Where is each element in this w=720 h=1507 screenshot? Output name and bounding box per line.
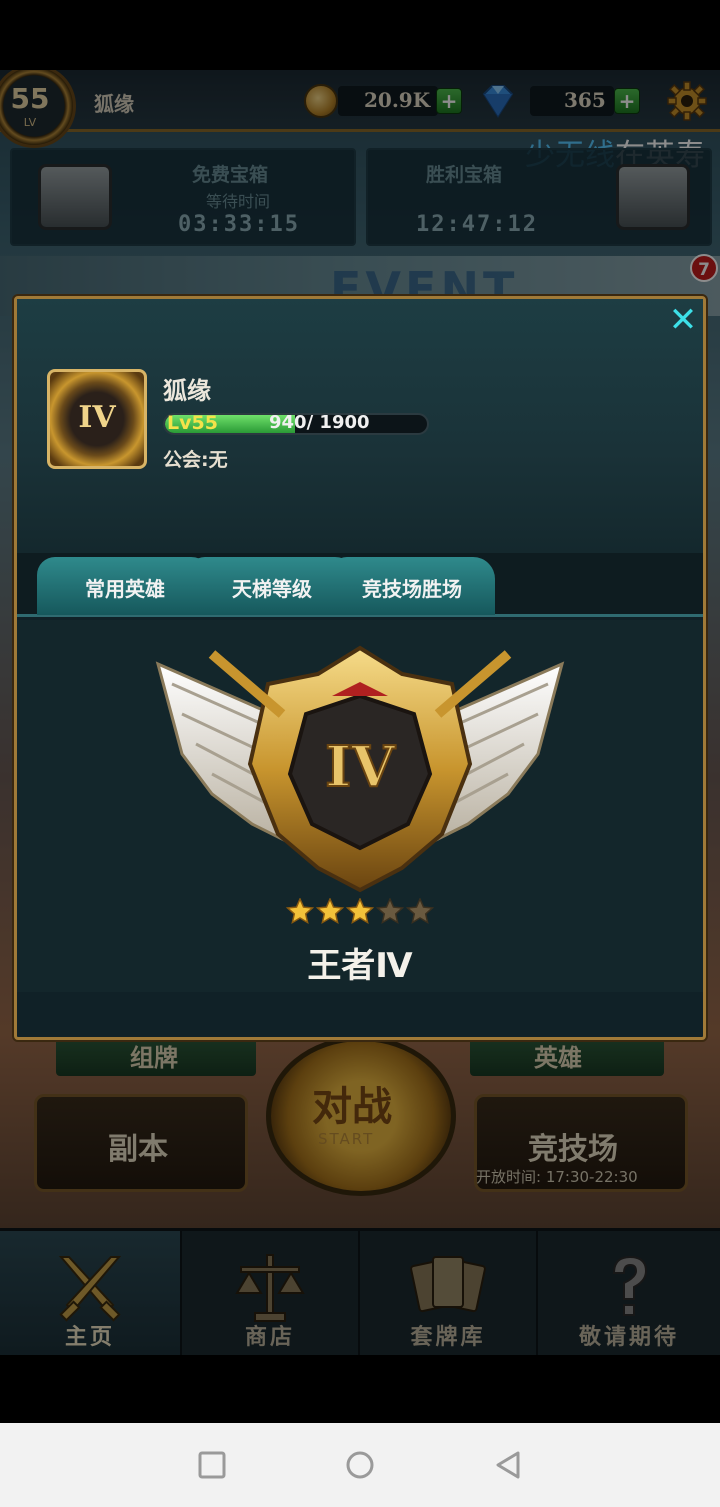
star-empty-icon (375, 898, 405, 925)
tab-arena-wins-label: 竞技场胜场 (362, 577, 462, 601)
back-icon[interactable] (492, 1449, 524, 1481)
avatar-rank-numeral: IV (78, 400, 116, 435)
guild-label: 公会:无 (163, 449, 228, 471)
screen: 55 LV 狐缘 20.9K + 365 + 免费宝箱 等待时间 03:33:1… (0, 0, 720, 1507)
star-filled-icon (285, 898, 315, 925)
rank-emblem-icon: IV (155, 645, 565, 893)
player-profile-modal: ✕ IV 狐缘 Lv55 940/ 1900 公会:无 常用英雄 天梯等级 竞技… (14, 296, 706, 1040)
profile-header: ✕ IV 狐缘 Lv55 940/ 1900 公会:无 (17, 299, 703, 553)
recent-apps-icon[interactable] (196, 1449, 228, 1481)
profile-tabs: 常用英雄 天梯等级 竞技场胜场 (17, 553, 703, 617)
rank-name: 王者Ⅳ (307, 946, 413, 986)
ladder-rank-panel: IV 王者Ⅳ (17, 620, 703, 992)
rank-stars (285, 898, 435, 925)
profile-level: Lv55 (167, 412, 218, 434)
player-avatar[interactable]: IV (47, 369, 147, 469)
star-empty-icon (405, 898, 435, 925)
xp-text: 940/ 1900 (269, 412, 370, 433)
game-view: 55 LV 狐缘 20.9K + 365 + 免费宝箱 等待时间 03:33:1… (0, 70, 720, 1355)
tab-arena-wins[interactable]: 竞技场胜场 (329, 557, 495, 615)
close-button[interactable]: ✕ (665, 303, 701, 339)
system-nav-bar (0, 1423, 720, 1507)
emblem-rank-numeral: IV (325, 734, 396, 800)
status-bar (0, 0, 720, 70)
star-filled-icon (345, 898, 375, 925)
profile-player-name: 狐缘 (163, 377, 211, 405)
star-filled-icon (315, 898, 345, 925)
home-icon[interactable] (344, 1449, 376, 1481)
